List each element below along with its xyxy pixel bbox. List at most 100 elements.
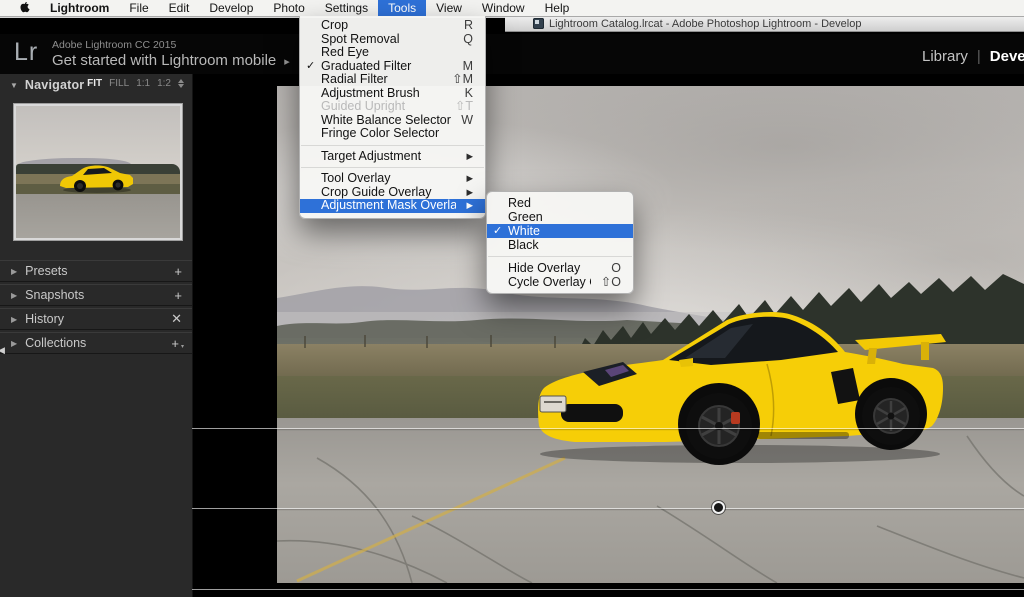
add-collection-button[interactable]: + xyxy=(171,336,179,351)
navigator-zoom-modes: FIT FILL 1:1 1:2 xyxy=(87,78,184,89)
thumb-car xyxy=(58,164,136,194)
panel-section-history[interactable]: ▶ History ✕ xyxy=(0,308,192,330)
zoom-mode-fit[interactable]: FIT xyxy=(87,78,102,89)
menu-item-shortcut: K xyxy=(465,87,473,101)
menubar-item-photo[interactable]: Photo xyxy=(263,0,314,16)
zoom-stepper-icon[interactable] xyxy=(178,79,184,88)
menu-item-label: Tool Overlay xyxy=(321,172,456,186)
window-titlebar[interactable]: Lightroom Catalog.lrcat - Adobe Photosho… xyxy=(505,16,1024,32)
zoom-mode-1-2[interactable]: 1:2 xyxy=(157,78,171,89)
menu-item-graduated-filter[interactable]: ✓ Graduated Filter M xyxy=(300,60,485,74)
submenu-item-red[interactable]: Red xyxy=(487,196,633,210)
zoom-mode-1-1[interactable]: 1:1 xyxy=(136,78,150,89)
add-snapshot-button[interactable]: + xyxy=(174,288,182,303)
panel-section-collections[interactable]: ▶ Collections + ▾ xyxy=(0,332,192,354)
graduated-filter-line-middle[interactable] xyxy=(192,508,1024,509)
menu-item-crop[interactable]: Crop R xyxy=(300,19,485,33)
submenu-item-green[interactable]: Green xyxy=(487,210,633,224)
lightroom-screen: Lightroom File Edit Develop Photo Settin… xyxy=(0,0,1024,597)
section-label: Snapshots xyxy=(25,288,174,302)
menubar-item-tools[interactable]: Tools xyxy=(378,0,426,16)
menu-item-label: Red Eye xyxy=(321,46,463,60)
panel-sections: ▶ Presets + ▶ Snapshots + ▶ History ✕ ▶ … xyxy=(0,260,192,356)
submenu-item-black[interactable]: Black xyxy=(487,238,633,252)
menubar-item-file[interactable]: File xyxy=(119,0,158,16)
menu-item-label: Cycle Overlay Color xyxy=(508,275,591,289)
menu-item-label: White xyxy=(508,224,621,238)
module-library[interactable]: Library xyxy=(922,48,968,65)
menubar-item-lightroom[interactable]: Lightroom xyxy=(40,0,119,16)
expand-triangle-icon: ▶ xyxy=(11,291,17,300)
navigator-thumbnail[interactable] xyxy=(13,103,183,241)
menu-item-target-adjustment[interactable]: Target Adjustment ▶ xyxy=(300,150,485,164)
module-develop[interactable]: Develop xyxy=(990,48,1024,65)
section-label: Presets xyxy=(25,264,174,278)
menu-separator xyxy=(301,145,484,146)
menu-item-shortcut: W xyxy=(461,114,473,128)
section-label: History xyxy=(25,312,171,326)
menu-item-crop-guide-overlay[interactable]: Crop Guide Overlay ▶ xyxy=(300,186,485,200)
menu-item-label: Adjustment Mask Overlay xyxy=(321,199,456,213)
menu-item-shortcut: O xyxy=(611,261,621,275)
app-header: Lr Adobe Lightroom CC 2015 Get started w… xyxy=(0,32,1024,74)
section-label: Collections xyxy=(25,336,171,350)
menu-item-label: Crop xyxy=(321,19,454,33)
menu-item-shortcut: Q xyxy=(463,33,473,47)
zoom-mode-fill[interactable]: FILL xyxy=(109,78,129,89)
menubar-item-settings[interactable]: Settings xyxy=(315,0,378,16)
menu-item-shortcut: ⇧M xyxy=(452,73,473,87)
window-title: Lightroom Catalog.lrcat - Adobe Photosho… xyxy=(549,18,861,30)
menubar-item-develop[interactable]: Develop xyxy=(199,0,263,16)
lightroom-logo: Lr xyxy=(14,38,38,67)
submenu-item-hide-overlay[interactable]: Hide Overlay O xyxy=(487,261,633,275)
menu-item-shortcut: ⇧O xyxy=(601,275,621,289)
menu-item-label: Green xyxy=(508,210,621,224)
add-preset-button[interactable]: + xyxy=(174,264,182,279)
module-picker: Library | Develop xyxy=(922,48,1024,65)
menubar-item-help[interactable]: Help xyxy=(535,0,580,16)
menu-item-spot-removal[interactable]: Spot Removal Q xyxy=(300,33,485,47)
menubar-item-view[interactable]: View xyxy=(426,0,472,16)
menu-item-adjustment-brush[interactable]: Adjustment Brush K xyxy=(300,87,485,101)
menu-item-label: Graduated Filter xyxy=(321,60,453,74)
menu-item-red-eye[interactable]: Red Eye xyxy=(300,46,485,60)
catalog-doc-icon xyxy=(533,18,544,29)
menu-item-label: Fringe Color Selector xyxy=(321,127,463,141)
menu-item-label: Target Adjustment xyxy=(321,150,456,164)
panel-section-snapshots[interactable]: ▶ Snapshots + xyxy=(0,284,192,306)
menu-item-white-balance-selector[interactable]: White Balance Selector W xyxy=(300,114,485,128)
graduated-filter-line-top[interactable] xyxy=(192,428,1024,429)
menu-item-label: Red xyxy=(508,196,621,210)
thumb-road xyxy=(16,194,180,238)
graduated-filter-line-bottom[interactable] xyxy=(192,589,1024,590)
clear-history-button[interactable]: ✕ xyxy=(171,311,182,327)
menubar-item-window[interactable]: Window xyxy=(472,0,535,16)
collapse-triangle-icon: ▼ xyxy=(10,81,18,90)
submenu-arrow-icon: ▶ xyxy=(466,186,473,200)
menu-item-shortcut: ⇧T xyxy=(455,100,473,114)
menu-item-label: Crop Guide Overlay xyxy=(321,186,456,200)
menubar: Lightroom File Edit Develop Photo Settin… xyxy=(0,0,1024,17)
submenu-arrow-icon: ▶ xyxy=(466,199,473,213)
submenu-item-white[interactable]: ✓ White xyxy=(487,224,633,238)
submenu-arrow-icon: ▶ xyxy=(466,150,473,164)
menu-item-shortcut: M xyxy=(463,60,473,74)
submenu-item-cycle-overlay-color[interactable]: Cycle Overlay Color ⇧O xyxy=(487,275,633,289)
menu-separator xyxy=(301,167,484,168)
menu-item-label: Guided Upright xyxy=(321,100,445,114)
left-panel-collapse-arrow[interactable]: ◀ xyxy=(0,345,5,356)
left-panel: ▼ Navigator FIT FILL 1:1 1:2 xyxy=(0,74,193,597)
graduated-filter-pin[interactable] xyxy=(712,501,725,514)
identity-plate-promo[interactable]: Get started with Lightroom mobile▸ xyxy=(52,52,290,69)
menu-item-radial-filter[interactable]: Radial Filter ⇧M xyxy=(300,73,485,87)
apple-icon[interactable] xyxy=(0,2,40,15)
menu-item-fringe-color-selector[interactable]: Fringe Color Selector xyxy=(300,127,485,141)
module-divider: | xyxy=(977,48,981,65)
menubar-item-edit[interactable]: Edit xyxy=(159,0,200,16)
menu-item-label: Radial Filter xyxy=(321,73,442,87)
menu-item-tool-overlay[interactable]: Tool Overlay ▶ xyxy=(300,172,485,186)
panel-section-presets[interactable]: ▶ Presets + xyxy=(0,260,192,282)
expand-triangle-icon: ▶ xyxy=(11,315,17,324)
menu-item-adjustment-mask-overlay[interactable]: Adjustment Mask Overlay ▶ xyxy=(300,199,485,213)
thumbnail-photo xyxy=(16,106,180,238)
